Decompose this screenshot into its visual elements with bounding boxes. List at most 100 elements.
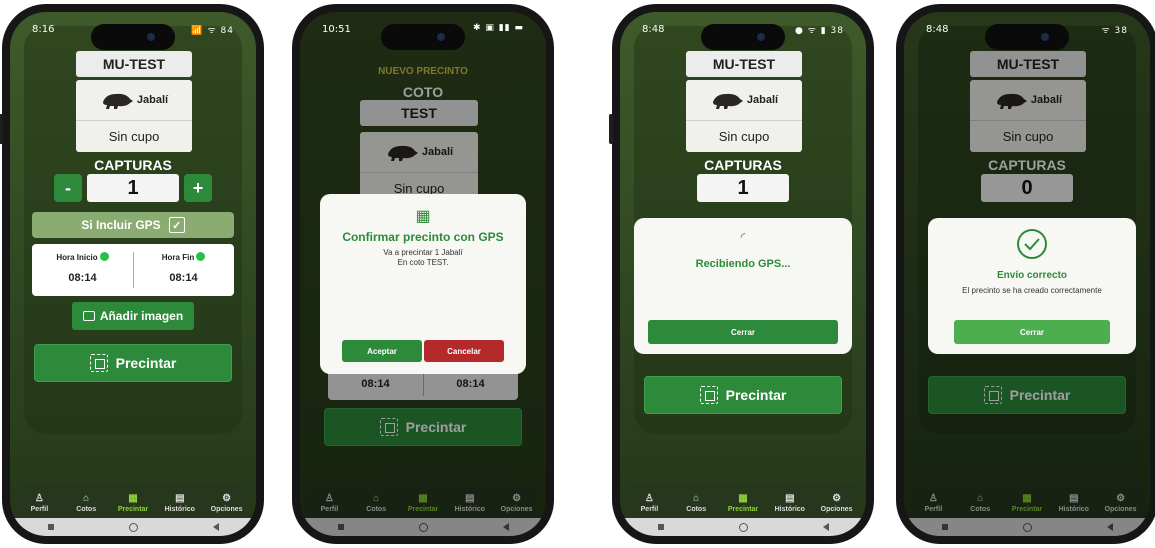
notch <box>985 24 1069 50</box>
home-icon: ⌂ <box>693 493 700 504</box>
nav-historico[interactable]: ▤ Histórico <box>156 484 203 522</box>
person-icon: ♙ <box>644 493 654 504</box>
qr-icon <box>699 386 718 404</box>
nav-label: Perfil <box>30 506 49 513</box>
home-circle-icon[interactable] <box>128 522 138 532</box>
cancel-button[interactable]: Cancelar <box>424 340 504 362</box>
dialog-title: Confirmar precinto con GPS <box>342 230 504 244</box>
bottom-nav: ♙ Perfil ⌂ Cotos ▦ Precintar ▤ Histórico ⚙ Op… <box>626 484 860 522</box>
close-button[interactable]: Cerrar <box>648 320 838 344</box>
dialog-line-2: En coto TEST. <box>397 258 449 267</box>
nav-perfil[interactable]: ♙ Perfil <box>16 484 63 522</box>
qr-icon <box>89 354 108 372</box>
phone-2: 10:51 ✱ ▣ ▮▮ ▬ NUEVO PRECINTO COTO TEST … <box>292 4 554 544</box>
minus-button[interactable]: - <box>54 174 82 202</box>
nav-opciones[interactable]: ⚙ Opciones <box>203 484 250 522</box>
gear-icon: ⚙ <box>832 493 842 504</box>
status-icons: ᯤ 38 <box>1101 26 1128 36</box>
confirm-dialog: ▦ Confirmar precinto con GPS Va a precin… <box>320 194 526 374</box>
screen-envio-correcto: 8:48 ᯤ 38 COTO MU-TEST Jabalí Sin cupo C… <box>904 12 1150 536</box>
nav-opciones[interactable]: ⚙ Opciones <box>813 484 860 522</box>
hora-inicio-value[interactable]: 08:14 <box>32 272 133 284</box>
plus-button[interactable]: + <box>184 174 212 202</box>
nav-cotos[interactable]: ⌂ Cotos <box>63 484 110 522</box>
system-nav-bar <box>10 518 256 536</box>
nav-label: Precintar <box>117 506 149 513</box>
success-dialog: Envío correcto El precinto se ha creado … <box>928 218 1136 354</box>
close-button[interactable]: Cerrar <box>954 320 1110 344</box>
notch <box>701 24 785 50</box>
coto-select[interactable]: MU-TEST <box>76 51 192 77</box>
check-circle-icon <box>1017 229 1047 259</box>
species-card[interactable]: Jabalí Sin cupo <box>76 80 192 152</box>
clock-icon <box>196 252 206 261</box>
bottom-nav: ♙ Perfil ⌂ Cotos ▦ Precintar ▤ Histórico ⚙ Op… <box>16 484 250 522</box>
add-image-label: Añadir imagen <box>99 309 184 323</box>
person-icon: ♙ <box>34 493 44 504</box>
species-name: Jabalí <box>136 94 169 106</box>
nav-precintar[interactable]: ▦ Precintar <box>110 484 157 522</box>
recents-icon[interactable] <box>657 524 664 530</box>
phone-1: 8:16 📶 ᯤ 84 COTO MU-TEST Jabalí Sin cupo… <box>0 4 264 544</box>
qr-icon: ▦ <box>128 493 138 504</box>
cupo-label: Sin cupo <box>108 129 160 144</box>
status-time: 8:16 <box>32 24 55 35</box>
gps-toggle[interactable]: Si Incluir GPS ✓ <box>32 212 234 238</box>
time-range: Hora Inicio 08:14 Hora Fin 08:14 <box>32 244 234 296</box>
capturas-stepper: - 1 + <box>10 174 256 204</box>
system-nav-bar <box>620 518 866 536</box>
nav-perfil[interactable]: ♙ Perfil <box>626 484 673 522</box>
species-card[interactable]: Jabalí Sin cupo <box>686 80 802 152</box>
nav-label: Histórico <box>774 506 805 513</box>
dialog-body: El precinto se ha creado correctamente <box>962 286 1102 295</box>
back-icon[interactable] <box>212 523 219 531</box>
status-time: 8:48 <box>642 24 665 35</box>
precintar-button[interactable]: Precintar <box>34 344 232 382</box>
checkbox-icon[interactable]: ✓ <box>168 217 185 233</box>
add-image-button[interactable]: Añadir imagen <box>72 302 194 330</box>
capturas-label: CAPTURAS <box>94 157 172 173</box>
capturas-count[interactable]: 1 <box>87 174 179 202</box>
dialog-line-1: Va a precintar 1 Jabalí <box>383 248 463 257</box>
notch <box>91 24 175 50</box>
coto-select[interactable]: MU-TEST <box>686 51 802 77</box>
status-icons: 📶 ᯤ 84 <box>191 26 234 36</box>
status-time: 8:48 <box>926 24 949 35</box>
nav-precintar[interactable]: ▦ Precintar <box>720 484 767 522</box>
nav-label: Histórico <box>164 506 195 513</box>
recents-icon[interactable] <box>47 524 54 530</box>
qr-icon: ▦ <box>415 208 431 225</box>
calendar-icon: ▤ <box>785 493 795 504</box>
hora-inicio-label: Hora Inicio <box>56 253 98 262</box>
status-icons: ✱ ▣ ▮▮ ▬ <box>472 23 524 33</box>
gps-dialog: ◜ Recibiendo GPS... Cerrar <box>634 218 852 354</box>
notch <box>381 24 465 50</box>
dialog-title: Recibiendo GPS... <box>695 258 791 270</box>
hora-fin-value[interactable]: 08:14 <box>133 272 234 284</box>
nav-label: Perfil <box>640 506 659 513</box>
nav-label: Cotos <box>76 506 97 513</box>
home-circle-icon[interactable] <box>738 522 748 532</box>
screen-nuevo-precinto: 10:51 ✱ ▣ ▮▮ ▬ NUEVO PRECINTO COTO TEST … <box>300 12 546 536</box>
nav-historico[interactable]: ▤ Histórico <box>766 484 813 522</box>
capturas-label: CAPTURAS <box>704 157 782 173</box>
nav-label: Cotos <box>686 506 707 513</box>
precintar-label: Precintar <box>115 355 177 371</box>
back-icon[interactable] <box>822 523 829 531</box>
status-time: 10:51 <box>322 24 351 35</box>
gear-icon: ⚙ <box>222 493 232 504</box>
precintar-button[interactable]: Precintar <box>644 376 842 414</box>
nav-cotos[interactable]: ⌂ Cotos <box>673 484 720 522</box>
accept-button[interactable]: Aceptar <box>342 340 422 362</box>
qr-icon: ▦ <box>738 493 748 504</box>
capturas-count[interactable]: 1 <box>697 174 789 202</box>
precintar-label: Precintar <box>725 387 787 403</box>
calendar-icon: ▤ <box>175 493 185 504</box>
screen-precintar: 8:16 📶 ᯤ 84 COTO MU-TEST Jabalí Sin cupo… <box>10 12 256 536</box>
nav-label: Precintar <box>727 506 759 513</box>
nav-label: Opciones <box>820 506 853 513</box>
species-name: Jabalí <box>746 94 779 106</box>
boar-icon <box>102 93 133 109</box>
cupo-label: Sin cupo <box>718 129 770 144</box>
screen-recibiendo-gps: 8:48 ● ᯤ ▮ 38 COTO MU-TEST Jabalí Sin cu… <box>620 12 866 536</box>
